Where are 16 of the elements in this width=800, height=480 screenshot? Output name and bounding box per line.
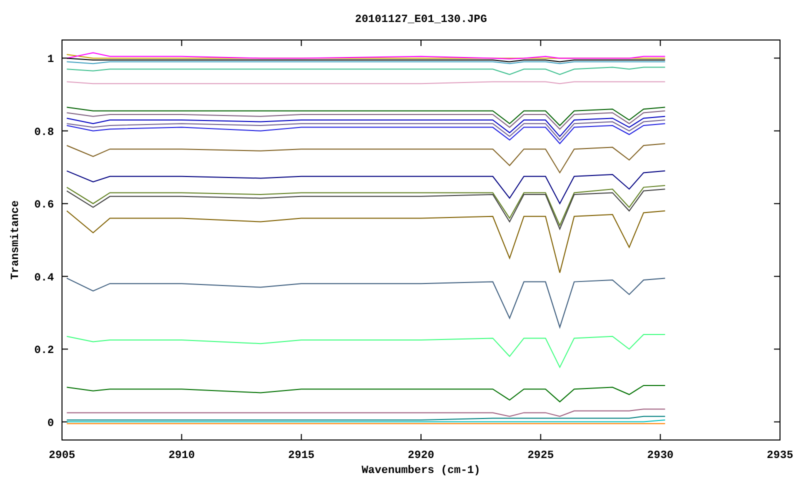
x-tick-label: 2930: [647, 450, 674, 462]
x-tick-label: 2920: [408, 450, 434, 462]
x-axis-label: Wavenumbers (cm-1): [362, 465, 480, 477]
x-tick-label: 2915: [288, 450, 315, 462]
y-tick-label: 0.2: [34, 345, 54, 358]
x-tick-label: 2910: [168, 450, 195, 462]
chart-title: 20101127_E01_130.JPG: [354, 14, 488, 26]
y-tick-label: 0.8: [34, 126, 54, 139]
y-tick-label: 0.4: [34, 272, 54, 284]
y-tick-label: 1: [47, 54, 54, 66]
y-tick-label: 0: [47, 418, 54, 430]
y-tick-label: 0.6: [34, 200, 54, 212]
y-axis-label: Transmitance: [10, 200, 22, 280]
x-tick-label: 2905: [48, 450, 76, 462]
x-tick-label: 2925: [527, 450, 554, 462]
x-tick-label: 2935: [766, 450, 794, 462]
